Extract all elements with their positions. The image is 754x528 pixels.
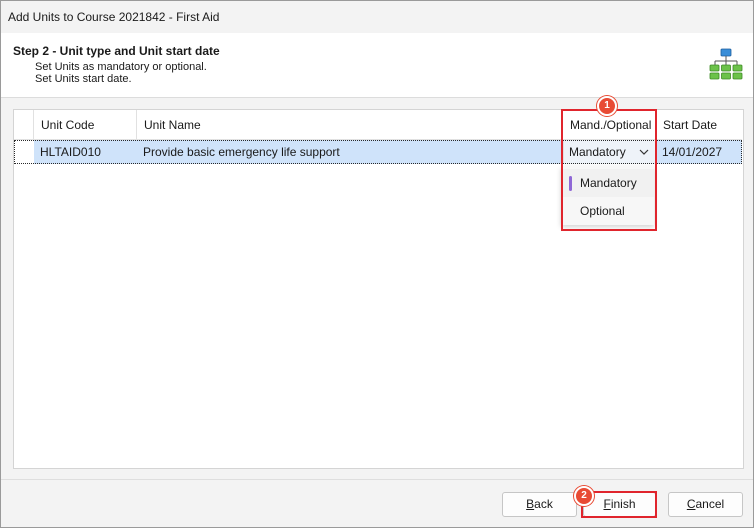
cancel-button[interactable]: Cancel xyxy=(668,492,743,517)
step-description-line-1: Set Units as mandatory or optional. xyxy=(35,61,207,73)
back-button-accel-key: B xyxy=(526,497,535,511)
cell-unit-name[interactable]: Provide basic emergency life support xyxy=(137,140,563,164)
finish-button-accel-key: F xyxy=(603,497,611,511)
back-button[interactable]: Back xyxy=(502,492,577,517)
window-title: Add Units to Course 2021842 - First Aid xyxy=(8,10,220,24)
dropdown-option-mandatory[interactable]: Mandatory xyxy=(561,169,654,197)
wizard-header: Step 2 - Unit type and Unit start date S… xyxy=(1,33,753,98)
dropdown-option-optional[interactable]: Optional xyxy=(561,197,654,225)
finish-button-label-rest: inish xyxy=(610,497,636,511)
back-button-label-rest: ack xyxy=(534,497,553,511)
step-description-line-2: Set Units start date. xyxy=(35,73,132,85)
mand-optional-dropdown: Mandatory Optional xyxy=(561,166,654,225)
step-title: Step 2 - Unit type and Unit start date xyxy=(13,44,220,58)
title-bar: Add Units to Course 2021842 - First Aid xyxy=(1,1,753,33)
selected-indicator xyxy=(569,176,572,191)
cell-start-date[interactable]: 14/01/2027 xyxy=(656,140,742,164)
mand-optional-combobox[interactable]: Mandatory xyxy=(563,140,656,164)
footer-divider xyxy=(1,479,753,480)
hierarchy-icon xyxy=(709,48,743,80)
combobox-value: Mandatory xyxy=(569,145,626,159)
step-badge-1: 1 xyxy=(597,96,617,116)
dialog-window: Add Units to Course 2021842 - First Aid … xyxy=(0,0,754,528)
cell-unit-code[interactable]: HLTAID010 xyxy=(34,140,137,164)
step-badge-2: 2 xyxy=(574,486,594,506)
column-header-unit-name[interactable]: Unit Name xyxy=(137,110,563,140)
option-label: Optional xyxy=(580,204,625,218)
chevron-down-icon[interactable] xyxy=(638,146,650,158)
units-grid: Unit Code Unit Name Mand./Optional Start… xyxy=(13,109,744,469)
option-label: Mandatory xyxy=(580,176,637,190)
row-indicator[interactable] xyxy=(14,140,34,164)
row-indicator-header xyxy=(14,110,34,140)
column-header-unit-code[interactable]: Unit Code xyxy=(34,110,137,140)
cancel-button-label-rest: ancel xyxy=(695,497,725,511)
column-header-start-date[interactable]: Start Date xyxy=(656,110,742,140)
